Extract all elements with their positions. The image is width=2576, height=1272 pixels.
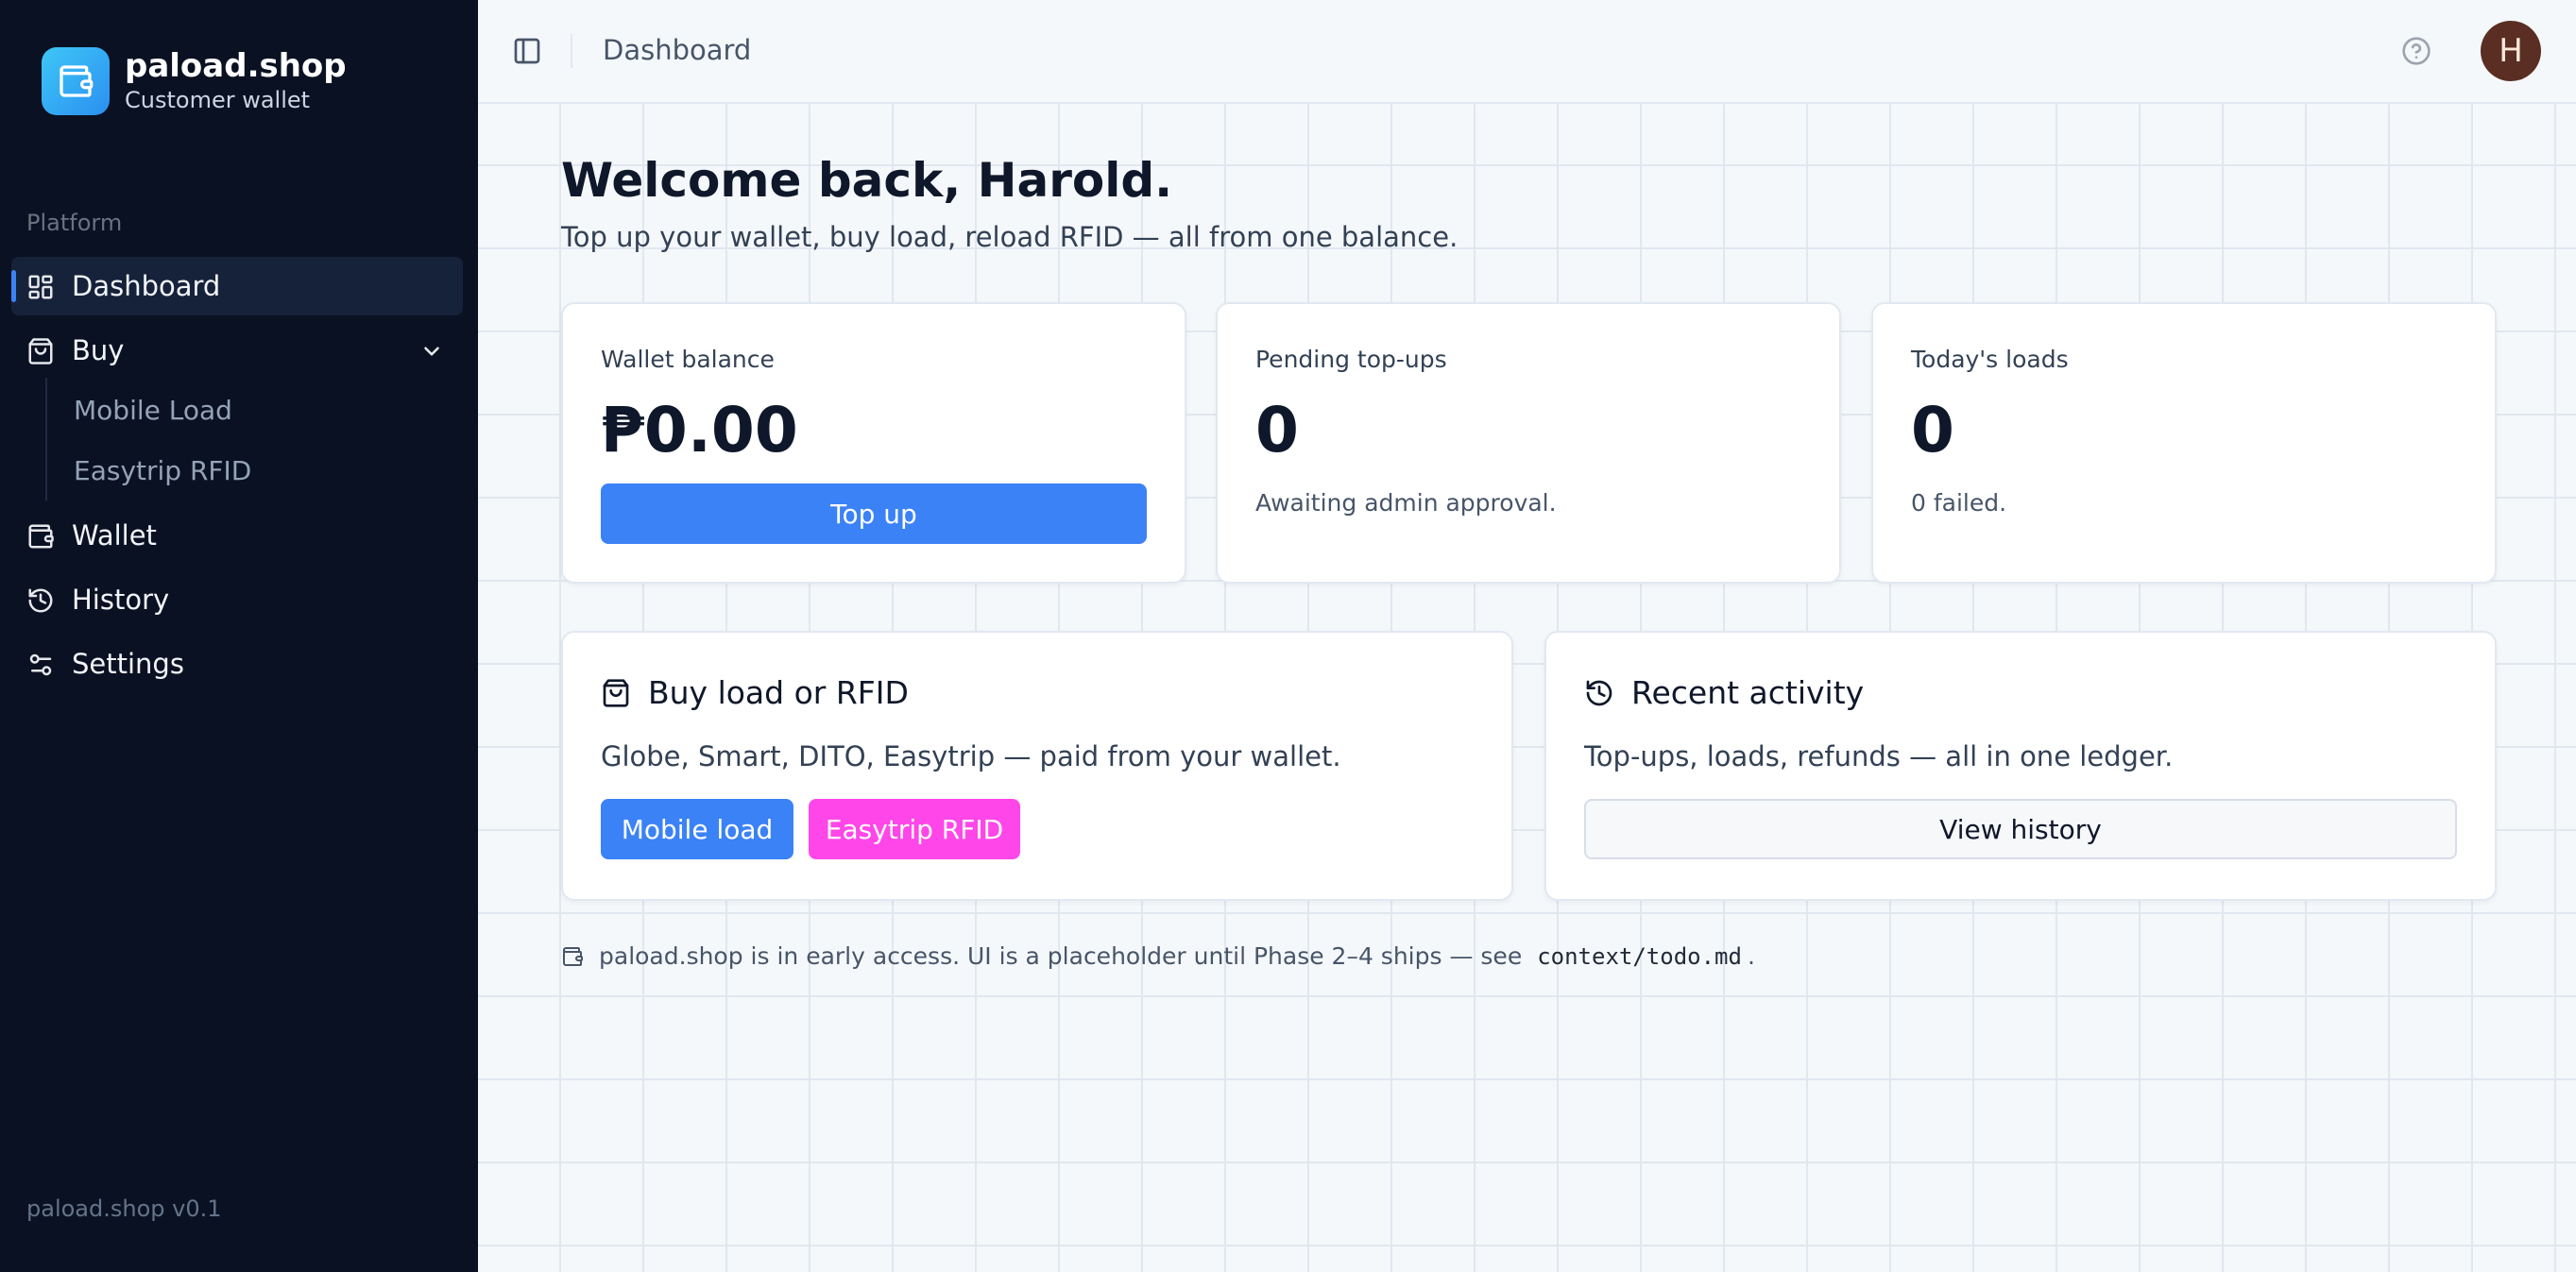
breadcrumb: Dashboard bbox=[603, 34, 752, 66]
todays-loads-card: Today's loads 0 0 failed. bbox=[1871, 302, 2497, 584]
sidebar-subitem-easytrip-rfid[interactable]: Easytrip RFID bbox=[74, 455, 251, 486]
sidebar: paload.shop Customer wallet Platform Das… bbox=[0, 0, 478, 1272]
notice-text: paload.shop is in early access. UI is a … bbox=[599, 942, 1523, 970]
card-description: Globe, Smart, DITO, Easytrip — paid from… bbox=[601, 740, 1341, 772]
recent-activity-card: Recent activity Top-ups, loads, refunds … bbox=[1544, 631, 2497, 901]
sidebar-item-label: Wallet bbox=[72, 519, 157, 551]
todays-loads-value: 0 bbox=[1911, 394, 1954, 466]
page-title: Welcome back, Harold. bbox=[561, 153, 1173, 208]
sidebar-item-label: History bbox=[72, 584, 170, 616]
card-description: Top-ups, loads, refunds — all in one led… bbox=[1584, 740, 2174, 772]
main-content: Welcome back, Harold. Top up your wallet… bbox=[478, 104, 2576, 1272]
section-label-platform: Platform bbox=[26, 210, 123, 236]
sidebar-item-wallet[interactable]: Wallet bbox=[11, 506, 463, 565]
wallet-icon bbox=[563, 946, 583, 966]
sidebar-subitem-mobile-load[interactable]: Mobile Load bbox=[74, 395, 232, 426]
notice-end: . bbox=[1747, 942, 1755, 970]
mobile-load-button[interactable]: Mobile load bbox=[601, 799, 793, 859]
sidebar-item-dashboard[interactable]: Dashboard bbox=[11, 257, 463, 315]
subnav-guide-line bbox=[45, 378, 47, 500]
stat-label: Today's loads bbox=[1911, 346, 2069, 373]
buy-load-card: Buy load or RFID Globe, Smart, DITO, Eas… bbox=[561, 631, 1513, 901]
sliders-icon bbox=[29, 653, 52, 676]
sidebar-item-label: Settings bbox=[72, 648, 184, 680]
history-icon bbox=[1586, 680, 1612, 705]
app-version: paload.shop v0.1 bbox=[26, 1196, 222, 1222]
brand-subtitle: Customer wallet bbox=[125, 87, 311, 113]
view-history-button[interactable]: View history bbox=[1584, 799, 2457, 859]
chevron-down-icon[interactable] bbox=[419, 339, 444, 364]
panel-left-icon[interactable] bbox=[512, 36, 542, 66]
sidebar-item-label: Buy bbox=[72, 334, 125, 366]
top-bar: Dashboard H bbox=[478, 0, 2576, 104]
easytrip-rfid-button[interactable]: Easytrip RFID bbox=[809, 799, 1020, 859]
notice-code-path: context/todo.md bbox=[1537, 942, 1742, 970]
card-title: Buy load or RFID bbox=[648, 674, 909, 711]
shopping-bag-icon bbox=[603, 678, 629, 707]
brand[interactable]: paload.shop Customer wallet bbox=[42, 47, 347, 115]
stat-note: Awaiting admin approval. bbox=[1255, 489, 1557, 517]
pending-topups-card: Pending top-ups 0 Awaiting admin approva… bbox=[1216, 302, 1841, 584]
wallet-balance-card: Wallet balance ₱0.00 Top up bbox=[561, 302, 1186, 584]
sidebar-item-buy[interactable]: Buy bbox=[11, 321, 463, 380]
layout-grid-icon bbox=[28, 275, 53, 299]
topbar-divider bbox=[571, 34, 572, 68]
card-title: Recent activity bbox=[1631, 674, 1865, 711]
history-icon bbox=[28, 588, 53, 613]
brand-logo-wallet-icon bbox=[42, 47, 110, 115]
shopping-bag-icon bbox=[28, 338, 53, 365]
wallet-balance-value: ₱0.00 bbox=[601, 394, 798, 466]
early-access-notice: paload.shop is in early access. UI is a … bbox=[561, 942, 1755, 970]
page-subtitle: Top up your wallet, buy load, reload RFI… bbox=[561, 221, 1459, 253]
stat-label: Wallet balance bbox=[601, 346, 775, 373]
wallet-icon bbox=[28, 524, 54, 549]
top-up-button[interactable]: Top up bbox=[601, 483, 1147, 544]
sidebar-item-label: Dashboard bbox=[72, 270, 221, 302]
pending-topups-value: 0 bbox=[1255, 394, 1299, 466]
sidebar-item-settings[interactable]: Settings bbox=[11, 635, 463, 693]
stat-note: 0 failed. bbox=[1911, 489, 2007, 517]
stat-label: Pending top-ups bbox=[1255, 346, 1447, 373]
avatar[interactable]: H bbox=[2481, 21, 2541, 81]
brand-name: paload.shop bbox=[125, 47, 347, 85]
sidebar-item-history[interactable]: History bbox=[11, 570, 463, 629]
help-circle-icon[interactable] bbox=[2401, 36, 2431, 66]
